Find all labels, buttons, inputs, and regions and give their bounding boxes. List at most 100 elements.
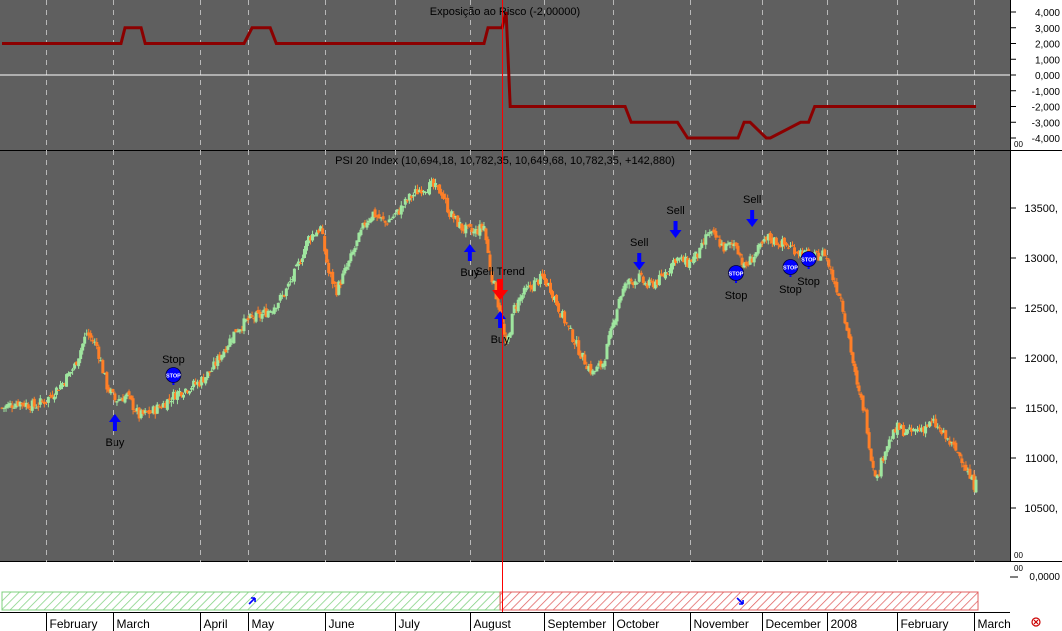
candle-body (534, 278, 538, 280)
candle-body (226, 346, 230, 350)
candle-body (421, 191, 425, 193)
candle-body (359, 229, 363, 236)
stop-sign-text: STOP (783, 266, 798, 272)
price-panel-background (0, 150, 1010, 562)
candle-body (889, 440, 893, 442)
candle-body (510, 313, 514, 335)
candle-body (595, 366, 599, 372)
candle-body (871, 460, 875, 468)
candle-body (353, 248, 357, 253)
signal-label: Stop (162, 354, 185, 366)
candle-body (232, 331, 236, 344)
y-tick-label: 13000, (1024, 253, 1058, 265)
candle (101, 358, 105, 374)
candle-body (236, 331, 240, 333)
candle-body (111, 389, 115, 393)
candle-body (861, 395, 865, 411)
candle-body (56, 389, 60, 391)
candle (841, 298, 845, 314)
candle-body (12, 407, 16, 409)
y-tick-label: -2,000 (1032, 103, 1061, 114)
candle-body (341, 273, 345, 284)
y-tick-label: 1,000 (1035, 55, 1060, 66)
candle-body (657, 274, 661, 286)
candle-body (387, 219, 391, 223)
candle-body (327, 262, 331, 273)
candle (510, 313, 514, 336)
x-tick-label: October (617, 617, 660, 631)
candle-body (434, 182, 438, 188)
candle-body (101, 360, 105, 374)
candle-body (167, 398, 171, 400)
candle-body (60, 383, 64, 387)
candle-body (724, 243, 728, 251)
candle-body (464, 224, 468, 234)
candle-body (113, 393, 117, 401)
candle-body (67, 373, 71, 377)
candle-body (946, 438, 950, 440)
candle-body (300, 258, 304, 263)
candle-body (829, 268, 833, 270)
candle-body (97, 346, 101, 359)
candle-body (188, 391, 192, 394)
candle-body (147, 410, 151, 415)
candle-body (819, 256, 823, 261)
candle-body (83, 336, 87, 344)
price-corner-label: 00 (1014, 551, 1023, 560)
x-tick-label: December (766, 617, 821, 631)
candle-body (837, 293, 841, 296)
candle-body (155, 404, 159, 414)
candle-body (286, 283, 290, 287)
candle-body (383, 220, 387, 223)
candle-body (190, 388, 194, 390)
candle-body (246, 318, 250, 320)
candle-body (774, 237, 778, 246)
x-tick-label: September (548, 617, 607, 631)
stop-sign-text: STOP (801, 258, 816, 264)
candle-body (34, 407, 38, 409)
candle-body (786, 247, 790, 249)
candle-body (641, 276, 645, 283)
candle-body (823, 249, 827, 257)
candle-body (960, 458, 964, 464)
signal-label: Sell (630, 237, 648, 249)
candle-body (569, 327, 573, 329)
candle-body (105, 372, 109, 390)
candle-body (704, 234, 708, 245)
candle-body (54, 387, 58, 395)
candle-body (26, 404, 30, 409)
candle-body (609, 328, 613, 338)
candle-body (409, 196, 413, 199)
candle-body (411, 194, 415, 197)
candle-body (210, 370, 214, 372)
candle (325, 248, 329, 264)
candle-body (470, 228, 474, 233)
y-tick-label: 11000, (1025, 453, 1058, 465)
candle-body (930, 421, 934, 423)
candle-body (954, 442, 958, 451)
candle (774, 236, 778, 246)
candle-body (865, 409, 869, 434)
candle-body (734, 242, 738, 246)
candle-body (678, 258, 682, 260)
candle-body (89, 333, 93, 338)
y-tick-label: -1,000 (1032, 87, 1061, 98)
candle-body (855, 370, 859, 385)
candle-body (79, 350, 83, 360)
candle-body (401, 206, 405, 208)
candle-body (839, 297, 843, 299)
candle-body (381, 216, 385, 220)
signal-label: Buy (105, 437, 124, 449)
candle-body (389, 218, 393, 220)
signal-label: Sell (743, 194, 761, 206)
y-tick-label: 13500, (1024, 203, 1058, 215)
candle-body (875, 475, 879, 479)
candle-body (831, 269, 835, 281)
x-tick-label: May (252, 617, 275, 631)
candle-body (730, 243, 734, 245)
candle-body (520, 295, 524, 300)
candle-body (524, 287, 528, 291)
candle-body (333, 281, 337, 284)
candle-body (321, 228, 325, 235)
candle-body (841, 300, 845, 312)
